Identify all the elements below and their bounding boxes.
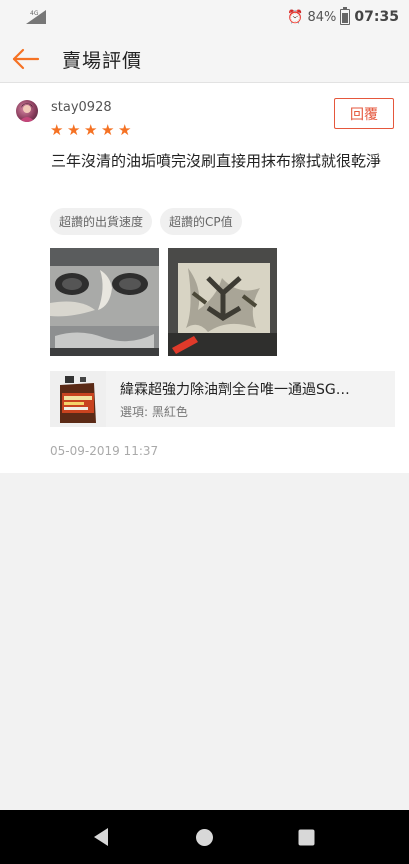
review-tag: 超讚的出貨速度	[50, 208, 153, 235]
star-icon: ★	[50, 121, 64, 139]
nav-back-button[interactable]	[92, 826, 112, 852]
review-date: 05-09-2019 11:37	[50, 444, 159, 458]
signal-icon: 4G	[24, 8, 48, 26]
nav-home-button[interactable]	[195, 828, 214, 851]
avatar[interactable]	[16, 100, 38, 122]
star-icon: ★	[67, 121, 81, 139]
circle-home-icon	[196, 829, 213, 846]
product-thumbnail	[50, 371, 106, 427]
back-button[interactable]	[10, 44, 42, 74]
review-card: stay0928 ★ ★ ★ ★ ★ 回覆 三年沒清的油垢噴完沒刷直接用抹布擦拭…	[0, 83, 409, 473]
status-right: ⏰ 84% 07:35	[287, 7, 399, 25]
system-nav-bar	[0, 810, 409, 864]
square-recents-icon	[298, 829, 315, 846]
battery-icon	[340, 7, 351, 25]
app-bar: 賣場評價	[0, 36, 409, 83]
page-title: 賣場評價	[62, 50, 143, 72]
star-icon: ★	[84, 121, 98, 139]
review-text: 三年沒清的油垢噴完沒刷直接用抹布擦拭就很乾淨	[51, 152, 382, 170]
triangle-back-icon	[94, 828, 108, 846]
review-tags: 超讚的出貨速度 超讚的CP值	[50, 208, 242, 235]
clock: 07:35	[354, 9, 399, 25]
review-photo[interactable]	[50, 248, 159, 356]
network-label: 4G	[30, 10, 39, 17]
star-icon: ★	[101, 121, 115, 139]
review-photo[interactable]	[168, 248, 277, 356]
status-bar: 4G ⏰ 84% 07:35	[0, 0, 409, 36]
product-link[interactable]: 緯霖超強力除油劑全台唯一通過SG… 選項: 黑紅色	[50, 371, 395, 427]
reply-button[interactable]: 回覆	[334, 98, 394, 129]
rating-stars: ★ ★ ★ ★ ★	[50, 123, 133, 138]
review-tag: 超讚的CP值	[160, 208, 242, 235]
star-icon: ★	[118, 121, 132, 139]
battery-percent: 84%	[307, 9, 337, 25]
alarm-icon: ⏰	[287, 9, 304, 25]
back-arrow-icon	[12, 48, 40, 70]
nav-recents-button[interactable]	[298, 829, 315, 850]
product-option: 選項: 黑紅色	[120, 405, 188, 419]
product-name: 緯霖超強力除油劑全台唯一通過SG…	[120, 382, 350, 398]
reviewer-name: stay0928	[51, 100, 112, 115]
